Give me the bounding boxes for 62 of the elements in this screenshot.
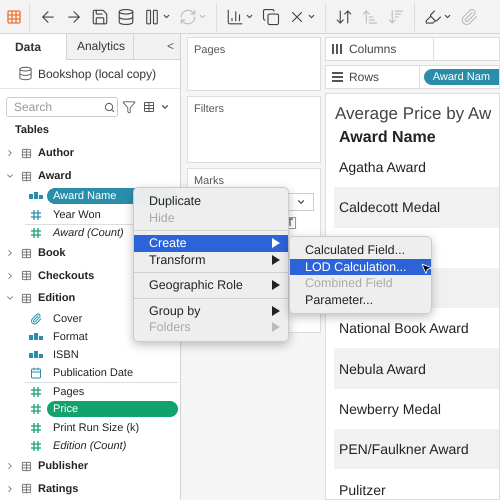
table-icon — [21, 148, 32, 159]
table-name[interactable]: Award — [38, 170, 72, 182]
bar-chart-icon[interactable] — [226, 8, 244, 26]
table-cell: Nebula Award — [339, 360, 426, 377]
table-icon — [21, 460, 32, 472]
menu-item[interactable]: Geographic Role — [149, 278, 243, 292]
card-title: Filters — [194, 103, 225, 115]
field-item[interactable]: Edition (Count) — [47, 438, 178, 454]
table-cell: Agatha Award — [339, 159, 426, 176]
search-box[interactable]: Search — [6, 97, 118, 118]
menu-item[interactable]: Group by — [149, 304, 200, 318]
data-source-name[interactable]: Bookshop (local copy) — [38, 66, 156, 81]
collapse-button[interactable]: < — [166, 39, 174, 54]
table-name[interactable]: Checkouts — [38, 270, 94, 282]
columns-icon — [332, 44, 343, 54]
database-icon — [18, 66, 33, 82]
table-cell: Caldecott Medal — [339, 199, 440, 216]
menu-item[interactable]: Create — [149, 236, 187, 250]
table-name[interactable]: Ratings — [38, 482, 78, 495]
menu-item[interactable]: LOD Calculation... — [290, 258, 431, 275]
field-item[interactable]: Print Run Size (k) — [47, 420, 178, 436]
caret-icon[interactable] — [443, 12, 452, 21]
table-icon — [21, 270, 32, 282]
field-item[interactable]: ISBN — [47, 346, 178, 363]
menu-item[interactable]: Transform — [149, 252, 206, 267]
table-name[interactable]: Publisher — [38, 460, 88, 472]
table-icon — [21, 292, 32, 304]
rows-icon — [332, 72, 343, 82]
caret-icon[interactable] — [162, 12, 171, 21]
table-icon — [21, 248, 32, 259]
field-item[interactable]: Publication Date — [47, 365, 178, 382]
chart-title: Average Price by Aw — [334, 104, 492, 124]
card-title: Marks — [194, 175, 225, 187]
table-icon — [21, 170, 32, 182]
highlighter-icon[interactable] — [424, 8, 442, 26]
pause-icon[interactable] — [143, 8, 161, 26]
table-cell: National Book Award — [339, 320, 469, 336]
table-icon — [21, 483, 32, 494]
section-heading: Tables — [14, 123, 50, 138]
column-header: Award Name — [338, 128, 437, 147]
shelf-label: Columns — [349, 42, 396, 56]
field-pill[interactable]: Award Nam — [424, 69, 499, 85]
table-name[interactable]: Book — [38, 247, 66, 260]
shelf-label: Rows — [349, 70, 380, 84]
table-cell: Newberry Medal — [339, 400, 441, 417]
field-item[interactable]: Pages — [47, 384, 178, 400]
filter-icon[interactable] — [122, 100, 136, 114]
menu-item[interactable]: Parameter... — [290, 292, 431, 308]
view-options-icon[interactable] — [143, 101, 170, 114]
panel-tab[interactable]: Analytics — [67, 34, 134, 60]
caret-icon[interactable] — [245, 12, 254, 21]
table-name[interactable]: Author — [38, 147, 74, 160]
search-icon[interactable] — [104, 102, 115, 113]
table-cell: Pulitzer — [339, 482, 386, 498]
search-field[interactable]: Search — [12, 99, 104, 116]
logo-icon[interactable] — [6, 8, 22, 24]
caret-icon — [296, 197, 306, 207]
caret-icon[interactable] — [307, 12, 316, 21]
table-name[interactable]: Edition — [38, 292, 76, 304]
card-title: Pages — [194, 44, 226, 56]
menu-item[interactable]: Calculated Field... — [290, 242, 431, 258]
table-cell: PEN/Faulkner Award — [339, 441, 469, 458]
